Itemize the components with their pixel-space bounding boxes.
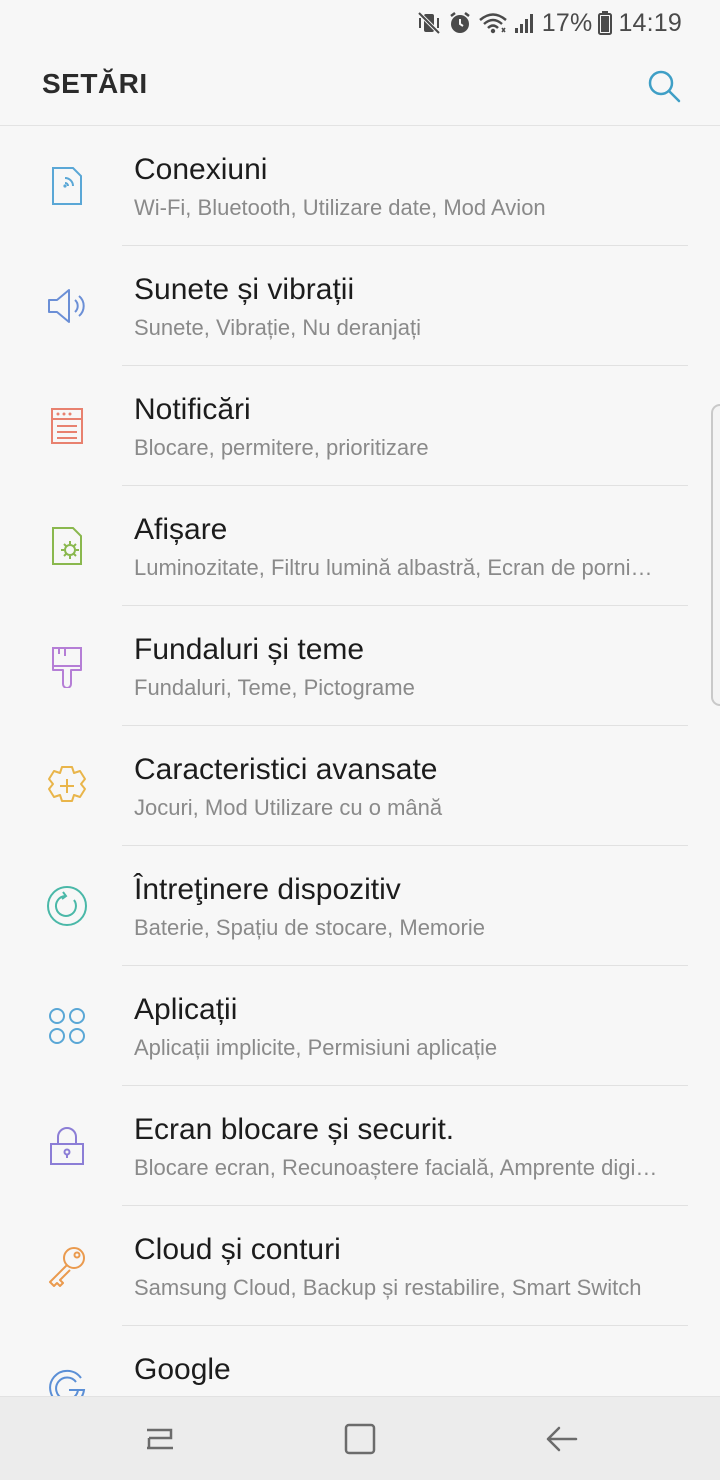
settings-item-subtitle: Sunete, Vibrație, Nu deranjați [134,315,421,340]
device-maintenance-icon [42,881,92,931]
navigation-bar [0,1396,720,1480]
advanced-features-icon [42,761,92,811]
recents-icon [147,1428,173,1450]
settings-item-sounds[interactable]: Sunete și vibrații Sunete, Vibrație, Nu … [0,246,720,366]
search-icon [648,70,681,103]
alarm-icon [448,10,472,36]
settings-list: Conexiuni Wi-Fi, Bluetooth, Utilizare da… [0,126,720,1396]
settings-item-subtitle: Jocuri, Mod Utilizare cu o mână [134,795,443,820]
notifications-icon [42,401,92,451]
settings-item-notifications[interactable]: Notificări Blocare, permitere, prioritiz… [0,366,720,486]
settings-item-apps[interactable]: Aplicații Aplicații implicite, Permisiun… [0,966,720,1086]
settings-item-title: Notificări [134,393,251,426]
home-button[interactable] [336,1415,384,1463]
settings-item-connections[interactable]: Conexiuni Wi-Fi, Bluetooth, Utilizare da… [0,126,720,246]
settings-item-title: Caracteristici avansate [134,753,438,786]
home-icon [344,1423,376,1455]
settings-item-title: Google [134,1353,231,1386]
settings-item-title: Aplicații [134,993,238,1026]
wifi-icon [478,10,508,36]
sound-icon [42,281,92,331]
settings-item-device-maintenance[interactable]: Întreţinere dispozitiv Baterie, Spațiu d… [0,846,720,966]
display-icon [42,521,92,571]
settings-item-themes[interactable]: Fundaluri și teme Fundaluri, Teme, Picto… [0,606,720,726]
recents-button[interactable] [136,1415,184,1463]
settings-item-title: Fundaluri și teme [134,633,365,666]
settings-item-title: Sunete și vibrații [134,273,355,306]
settings-item-subtitle: Samsung Cloud, Backup și restabilire, Sm… [134,1275,642,1300]
vibrate-mute-icon [416,10,442,36]
signal-icon [514,11,536,35]
back-button[interactable] [538,1415,586,1463]
status-time: 14:19 [618,8,682,37]
google-icon [42,1361,92,1396]
settings-item-display[interactable]: Afișare Luminozitate, Filtru lumină alba… [0,486,720,606]
status-icons: 17% 14:19 [416,8,682,38]
settings-item-title: Conexiuni [134,153,268,186]
settings-item-google[interactable]: Google [0,1326,720,1396]
battery-icon [598,11,613,35]
settings-item-subtitle: Baterie, Spațiu de stocare, Memorie [134,915,485,940]
settings-item-title: Afișare [134,513,228,546]
settings-item-subtitle: Aplicații implicite, Permisiuni aplicați… [134,1035,498,1060]
settings-item-subtitle: Blocare ecran, Recunoaștere facială, Amp… [134,1155,658,1180]
settings-item-title: Ecran blocare și securit. [134,1113,455,1146]
themes-icon [42,641,92,691]
settings-item-advanced-features[interactable]: Caracteristici avansate Jocuri, Mod Util… [0,726,720,846]
settings-item-subtitle: Fundaluri, Teme, Pictograme [134,675,415,700]
settings-item-title: Întreţinere dispozitiv [134,873,401,906]
battery-percent: 17% [541,8,593,37]
back-icon [546,1426,578,1452]
key-icon [42,1241,92,1291]
status-bar: 17% 14:19 [0,0,720,48]
settings-item-lock-screen[interactable]: Ecran blocare și securit. Blocare ecran,… [0,1086,720,1206]
connections-icon [42,161,92,211]
app-header: SETĂRI [0,48,720,126]
settings-item-subtitle: Blocare, permitere, prioritizare [134,435,429,460]
apps-icon [42,1001,92,1051]
page-title: SETĂRI [42,68,148,99]
search-button[interactable] [642,64,686,108]
lock-icon [42,1121,92,1171]
edge-panel-handle[interactable] [711,404,720,706]
settings-item-subtitle: Luminozitate, Filtru lumină albastră, Ec… [134,555,653,580]
settings-item-title: Cloud și conturi [134,1233,341,1266]
settings-item-cloud-accounts[interactable]: Cloud și conturi Samsung Cloud, Backup ș… [0,1206,720,1326]
settings-item-subtitle: Wi-Fi, Bluetooth, Utilizare date, Mod Av… [134,195,546,220]
